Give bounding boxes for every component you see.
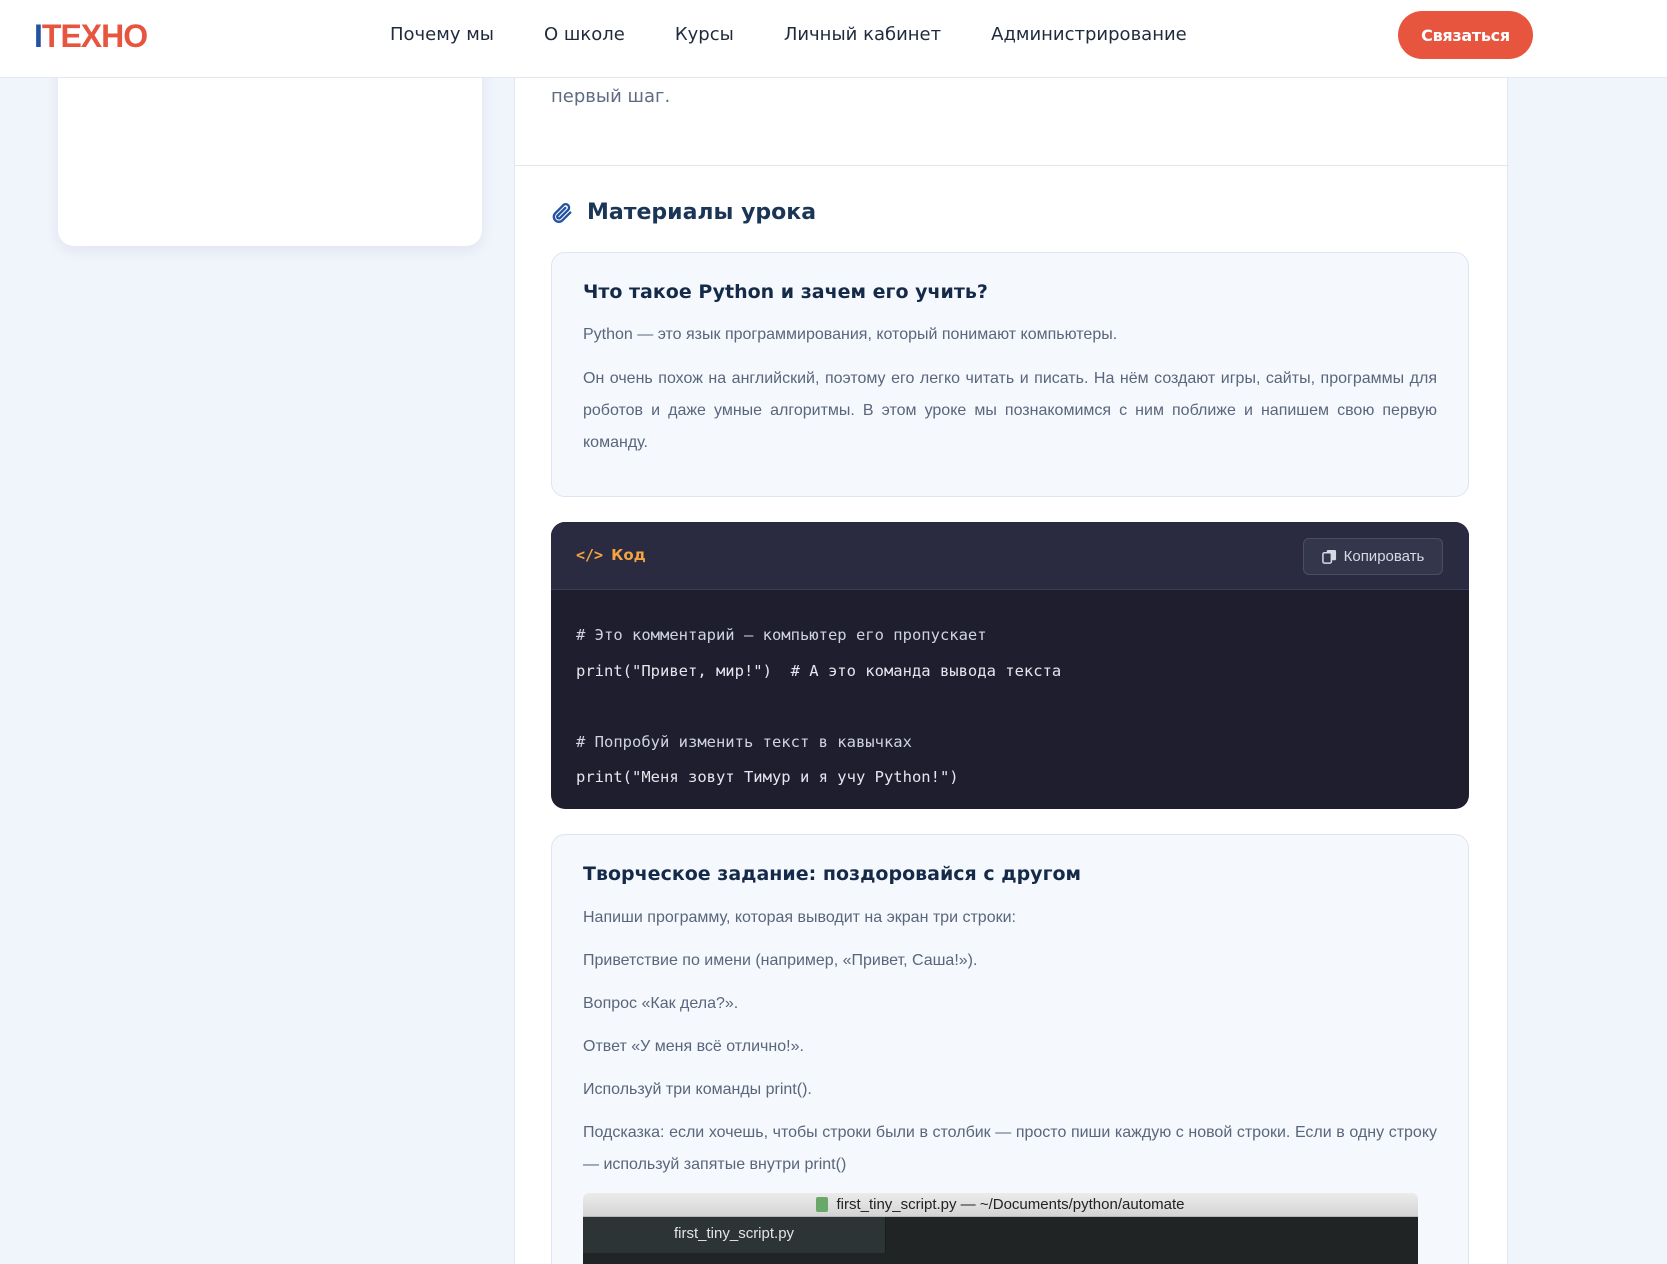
nav-why-us[interactable]: Почему мы xyxy=(390,24,494,45)
card-paragraph: Используй три команды print(). xyxy=(583,1081,812,1098)
card-title: Что такое Python и зачем его учить? xyxy=(583,281,988,303)
code-block: </> Код Копировать # Это комментарий — к… xyxy=(551,522,1469,809)
intro-text: первый шаг. xyxy=(551,86,671,107)
card-paragraph: Он очень похож на английский, поэтому ег… xyxy=(583,370,1437,451)
section-divider xyxy=(515,165,1509,166)
code-line: # Это комментарий — компьютер его пропус… xyxy=(576,626,987,644)
contact-button[interactable]: Связаться xyxy=(1398,11,1533,59)
code-label-text: Код xyxy=(611,546,646,564)
paperclip-icon xyxy=(552,202,572,223)
nav-courses[interactable]: Курсы xyxy=(675,24,734,45)
site-header: ITEXHO Почему мы О школе Курсы Личный ка… xyxy=(0,0,1667,78)
code-line: print("Привет, мир!") # А это команда вы… xyxy=(576,661,1062,680)
code-icon: </> xyxy=(576,546,604,564)
card-paragraph: Ответ «У меня всё отлично!». xyxy=(583,1038,804,1055)
editor-body: first_tiny_script.py xyxy=(583,1217,1418,1264)
material-card-task: Творческое задание: поздоровайся с друго… xyxy=(551,834,1469,1264)
copy-button[interactable]: Копировать xyxy=(1303,538,1443,575)
code-label: </> Код xyxy=(576,546,646,564)
file-icon xyxy=(816,1197,829,1212)
card-paragraph: Приветствие по имени (например, «Привет,… xyxy=(583,952,978,969)
card-paragraph: Подсказка: если хочешь, чтобы строки был… xyxy=(583,1124,1437,1173)
code-content[interactable]: # Это комментарий — компьютер его пропус… xyxy=(576,618,1061,796)
logo-letter-i: I xyxy=(34,18,43,54)
section-title: Материалы урока xyxy=(587,200,817,225)
card-paragraph: Вопрос «Как дела?». xyxy=(583,995,739,1012)
card-paragraph: Напиши программу, которая выводит на экр… xyxy=(583,909,1016,926)
card-title: Творческое задание: поздоровайся с друго… xyxy=(583,863,1082,885)
lesson-panel: первый шаг. Материалы урока Что такое Py… xyxy=(514,40,1509,1264)
copy-button-label: Копировать xyxy=(1343,548,1425,565)
material-card-intro: Что такое Python и зачем его учить? Pyth… xyxy=(551,252,1469,497)
code-line: # Попробуй изменить текст в кавычках xyxy=(576,732,912,751)
nav-about-school[interactable]: О школе xyxy=(544,24,625,45)
materials-header: Материалы урока xyxy=(551,200,816,225)
logo[interactable]: ITEXHO xyxy=(34,18,148,55)
logo-text: TEXHO xyxy=(41,18,148,54)
nav-admin[interactable]: Администрирование xyxy=(991,24,1187,45)
code-header: </> Код Копировать xyxy=(551,522,1469,590)
editor-title: first_tiny_script.py — ~/Documents/pytho… xyxy=(836,1196,1185,1213)
main-nav: Почему мы О школе Курсы Личный кабинет А… xyxy=(390,24,1237,45)
editor-tab: first_tiny_script.py xyxy=(583,1217,886,1253)
code-line: print("Меня зовут Тимур и я учу Python!"… xyxy=(576,768,959,786)
card-paragraph: Python — это язык программирования, кото… xyxy=(583,326,1118,343)
copy-icon xyxy=(1321,549,1336,564)
nav-account[interactable]: Личный кабинет xyxy=(784,24,941,45)
embedded-screenshot: first_tiny_script.py — ~/Documents/pytho… xyxy=(583,1193,1418,1264)
editor-titlebar: first_tiny_script.py — ~/Documents/pytho… xyxy=(583,1193,1418,1217)
